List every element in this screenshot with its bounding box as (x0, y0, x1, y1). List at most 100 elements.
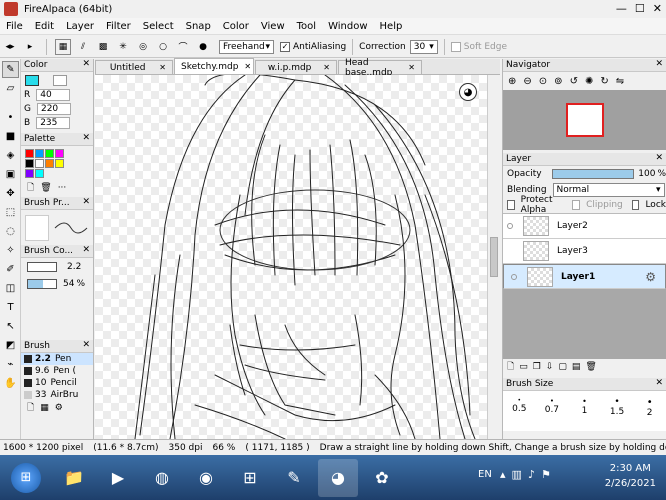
zoom-in-icon[interactable]: ⊕ (508, 76, 516, 87)
snap-off-icon[interactable]: ▦ (55, 38, 71, 55)
zoom-out-icon[interactable]: ⊖ (523, 76, 531, 87)
palette-swatch[interactable] (45, 149, 54, 158)
lock-checkbox[interactable] (631, 200, 640, 210)
taskbar-windows[interactable]: ⊞ (230, 459, 270, 497)
close-icon[interactable]: ✕ (82, 245, 90, 255)
new-folder-icon[interactable]: ▭ (519, 362, 528, 372)
close-icon[interactable]: ✕ (159, 63, 166, 72)
snap-parallel-icon[interactable]: ⫽ (75, 39, 91, 55)
soft-edge-checkbox[interactable] (450, 41, 461, 52)
canvas-vertical-scrollbar[interactable] (487, 75, 500, 439)
palette-swatch[interactable] (35, 159, 44, 168)
brush-mode-select[interactable]: Freehand ▾ (219, 39, 274, 54)
antialiasing-checkbox[interactable]: ✓ (280, 41, 290, 52)
snap-vanishing-icon[interactable]: ✳ (115, 39, 131, 55)
layer-properties-icon[interactable]: ▤ (572, 362, 581, 372)
brush-item[interactable]: 2.2 Pen (21, 353, 93, 365)
select-eraser-tool-icon[interactable]: ◫ (2, 280, 19, 297)
text-tool-icon[interactable]: T (2, 299, 19, 316)
snap-circle-icon[interactable]: ○ (155, 39, 171, 55)
brush-size-preset[interactable]: • 1.5 (601, 397, 634, 431)
brush-size-slider[interactable] (27, 262, 57, 272)
language-indicator[interactable]: EN (478, 469, 492, 480)
palette-swatch[interactable] (25, 159, 34, 168)
bucket-tool-icon[interactable]: ◈ (2, 147, 19, 164)
menu-snap[interactable]: Snap (180, 21, 217, 32)
gradient-tool-icon[interactable]: ▣ (2, 166, 19, 183)
tab-sketchy[interactable]: Sketchy.mdp ✕ (174, 58, 254, 74)
hand-tool-icon[interactable]: ✋ (2, 375, 19, 392)
brush-size-preset[interactable]: • 1 (568, 397, 601, 431)
pen-tool-icon[interactable]: ✎ (2, 61, 19, 78)
eyedropper-tool-icon[interactable]: ⌁ (2, 356, 19, 373)
menu-file[interactable]: File (0, 21, 29, 32)
start-button[interactable]: ⊞ (2, 459, 50, 497)
brush-size-preset[interactable]: • 0.7 (536, 397, 569, 431)
operation-tool-icon[interactable]: ↖ (2, 318, 19, 335)
menu-select[interactable]: Select (137, 21, 180, 32)
taskbar-notepad[interactable]: ✎ (274, 459, 314, 497)
layer-opacity-slider[interactable] (551, 169, 635, 179)
brush-folder-icon[interactable]: ▦ (40, 403, 49, 413)
palette-swatch[interactable] (45, 159, 54, 168)
protect-alpha-checkbox[interactable] (507, 200, 515, 210)
tab-wip[interactable]: w.i.p.mdp ✕ (255, 60, 337, 74)
more-icon[interactable]: ··· (58, 183, 67, 193)
r-value-field[interactable]: 40 (36, 89, 71, 101)
new-brush-icon[interactable]: 🗋 (27, 400, 34, 416)
g-value-field[interactable]: 220 (36, 103, 71, 115)
palette-swatch[interactable] (25, 149, 34, 158)
layer-row[interactable]: Layer1 ⚙ (503, 264, 666, 289)
taskbar-media[interactable]: ▶ (98, 459, 138, 497)
scroll-thumb[interactable] (490, 237, 498, 277)
actual-size-icon[interactable]: ⊚ (554, 76, 562, 87)
flag-icon[interactable]: ⚑ (541, 468, 551, 481)
primary-color-swatch[interactable] (25, 74, 39, 86)
zoom-fit-icon[interactable]: ⊙ (539, 76, 547, 87)
clipping-checkbox[interactable] (572, 200, 581, 210)
close-icon[interactable]: ✕ (244, 62, 251, 71)
close-icon[interactable]: ✕ (655, 59, 663, 69)
fill-rect-tool-icon[interactable]: ■ (2, 128, 19, 145)
b-value-field[interactable]: 235 (36, 117, 71, 129)
drawing-canvas[interactable]: ◕ (95, 75, 487, 439)
snap-cross-icon[interactable]: ▩ (95, 39, 111, 55)
brush-item[interactable]: 9.6 Pen ( (21, 365, 93, 377)
clear-layer-icon[interactable]: ▢ (558, 362, 567, 372)
brush-size-preset[interactable]: • 2 (633, 397, 666, 431)
brush-item[interactable]: 10 Pencil (21, 377, 93, 389)
brush-size-preset[interactable]: • 0.5 (503, 397, 536, 431)
blending-select[interactable]: Normal ▾ (552, 182, 665, 197)
merge-down-icon[interactable]: ⇩ (546, 362, 554, 372)
select-tool-icon[interactable]: ⬚ (2, 204, 19, 221)
brush-opacity-slider[interactable] (27, 279, 57, 289)
close-icon[interactable]: ✕ (653, 2, 662, 15)
close-icon[interactable]: ✕ (408, 63, 415, 72)
close-icon[interactable]: ✕ (655, 378, 663, 388)
dot-icon[interactable]: ● (195, 39, 211, 55)
close-icon[interactable]: ✕ (82, 197, 90, 207)
rotate-right-icon[interactable]: ↻ (600, 76, 608, 87)
duplicate-layer-icon[interactable]: ❐ (533, 362, 541, 372)
panel-toggle-icon[interactable]: ▸ (22, 39, 38, 55)
close-icon[interactable]: ✕ (82, 340, 90, 350)
taskbar-file-explorer[interactable]: 📁 (54, 459, 94, 497)
gear-icon[interactable]: ⚙ (645, 270, 656, 284)
palette-swatch[interactable] (55, 159, 64, 168)
taskbar-firealpaca[interactable]: ◕ (318, 458, 358, 497)
correction-select[interactable]: 30 ▾ (409, 39, 438, 54)
new-layer-icon[interactable]: 🗋 (507, 359, 514, 375)
dot-tool-icon[interactable]: • (2, 109, 19, 126)
palette-swatch[interactable] (25, 169, 34, 178)
move-tool-icon[interactable]: ✥ (2, 185, 19, 202)
palette-swatch[interactable] (35, 149, 44, 158)
snap-curve-icon[interactable]: ⌒ (175, 39, 191, 55)
secondary-color-swatch[interactable] (53, 74, 67, 86)
eye-icon[interactable] (507, 223, 513, 229)
navigator-viewport[interactable] (565, 103, 604, 137)
menu-edit[interactable]: Edit (29, 21, 60, 32)
network-icon[interactable]: ▥ (512, 468, 522, 481)
magic-wand-tool-icon[interactable]: ✧ (2, 242, 19, 259)
menu-filter[interactable]: Filter (100, 21, 137, 32)
palette-swatch[interactable] (55, 149, 64, 158)
